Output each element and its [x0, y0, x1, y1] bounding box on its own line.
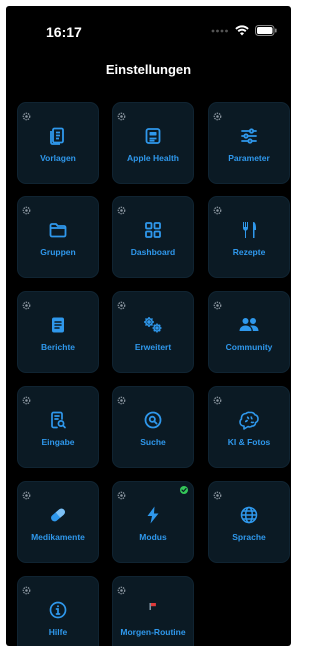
settings-tile-morgen-routine[interactable]: Morgen-Routine [112, 576, 194, 646]
search-icon [113, 409, 193, 431]
tile-label: Suche [140, 437, 166, 447]
doc-search-icon [18, 409, 98, 431]
tile-settings-gear-icon[interactable] [117, 108, 126, 121]
status-icons [211, 25, 277, 36]
tile-label: Erweitert [134, 342, 172, 352]
settings-tile-parameter[interactable]: Parameter [208, 102, 290, 184]
tile-settings-gear-icon[interactable] [213, 108, 222, 121]
wifi-icon [235, 25, 249, 36]
tile-label: Morgen-Routine [120, 627, 186, 637]
tile-settings-gear-icon[interactable] [117, 392, 126, 405]
settings-tile-apple-health[interactable]: Apple Health [112, 102, 194, 184]
settings-tile-medikamente[interactable]: Medikamente [17, 481, 99, 563]
people-icon [209, 314, 289, 336]
settings-tile-modus[interactable]: Modus [112, 481, 194, 563]
settings-tile-erweitert[interactable]: Erweitert [112, 291, 194, 373]
tile-settings-gear-icon[interactable] [22, 392, 31, 405]
settings-tile-dashboard[interactable]: Dashboard [112, 196, 194, 278]
sliders-icon [209, 125, 289, 147]
tile-settings-gear-icon[interactable] [22, 202, 31, 215]
document-stack-icon [18, 125, 98, 147]
tile-label: Modus [139, 532, 167, 542]
tile-settings-gear-icon[interactable] [213, 297, 222, 310]
tile-settings-gear-icon[interactable] [22, 487, 31, 500]
settings-tile-suche[interactable]: Suche [112, 386, 194, 468]
tile-settings-gear-icon[interactable] [117, 487, 126, 500]
tile-label: Apple Health [127, 153, 179, 163]
tile-label: Berichte [40, 342, 75, 352]
pill-icon [18, 504, 98, 526]
tile-label: KI & Fotos [227, 437, 271, 447]
globe-icon [209, 504, 289, 526]
page-title: Einstellungen [105, 62, 192, 77]
brain-icon [209, 409, 289, 431]
tile-label: Hilfe [48, 627, 68, 637]
tile-label: Dashboard [130, 247, 176, 257]
tile-settings-gear-icon[interactable] [22, 297, 31, 310]
tile-settings-gear-icon[interactable] [117, 297, 126, 310]
tile-label: Community [225, 342, 273, 352]
settings-tile-sprache[interactable]: Sprache [208, 481, 290, 563]
settings-screen: 16:17 Einstellungen Vorlagen Apple Health… [6, 6, 291, 646]
tile-label: Rezepte [232, 247, 266, 257]
info-icon [18, 599, 98, 621]
settings-tile-ki-fotos[interactable]: KI & Fotos [208, 386, 290, 468]
bolt-icon [113, 504, 193, 526]
tile-settings-gear-icon[interactable] [22, 582, 31, 595]
report-icon [18, 314, 98, 336]
settings-tile-eingabe[interactable]: Eingabe [17, 386, 99, 468]
gears-icon [113, 314, 193, 336]
tile-settings-gear-icon[interactable] [213, 487, 222, 500]
tile-settings-gear-icon[interactable] [22, 108, 31, 121]
tile-settings-gear-icon[interactable] [117, 582, 126, 595]
tile-label: Sprache [232, 532, 266, 542]
tile-label: Gruppen [40, 247, 76, 257]
fork-knife-icon [209, 219, 289, 241]
tile-label: Vorlagen [40, 153, 76, 163]
status-time: 16:17 [46, 24, 82, 40]
tile-settings-gear-icon[interactable] [213, 202, 222, 215]
settings-tile-rezepte[interactable]: Rezepte [208, 196, 290, 278]
folder-icon [18, 219, 98, 241]
active-checkmark-icon [180, 486, 188, 494]
settings-tile-hilfe[interactable]: Hilfe [17, 576, 99, 646]
tile-label: Parameter [228, 153, 270, 163]
settings-tile-vorlagen[interactable]: Vorlagen [17, 102, 99, 184]
settings-tile-gruppen[interactable]: Gruppen [17, 196, 99, 278]
tile-settings-gear-icon[interactable] [117, 202, 126, 215]
tile-label: Medikamente [31, 532, 85, 542]
signal-dots-icon [211, 28, 229, 34]
tile-settings-gear-icon[interactable] [213, 392, 222, 405]
battery-icon [255, 25, 277, 36]
id-card-icon [113, 125, 193, 147]
flag-icon [113, 599, 193, 621]
grid-icon [113, 219, 193, 241]
tile-label: Eingabe [41, 437, 75, 447]
settings-tile-community[interactable]: Community [208, 291, 290, 373]
settings-tile-berichte[interactable]: Berichte [17, 291, 99, 373]
